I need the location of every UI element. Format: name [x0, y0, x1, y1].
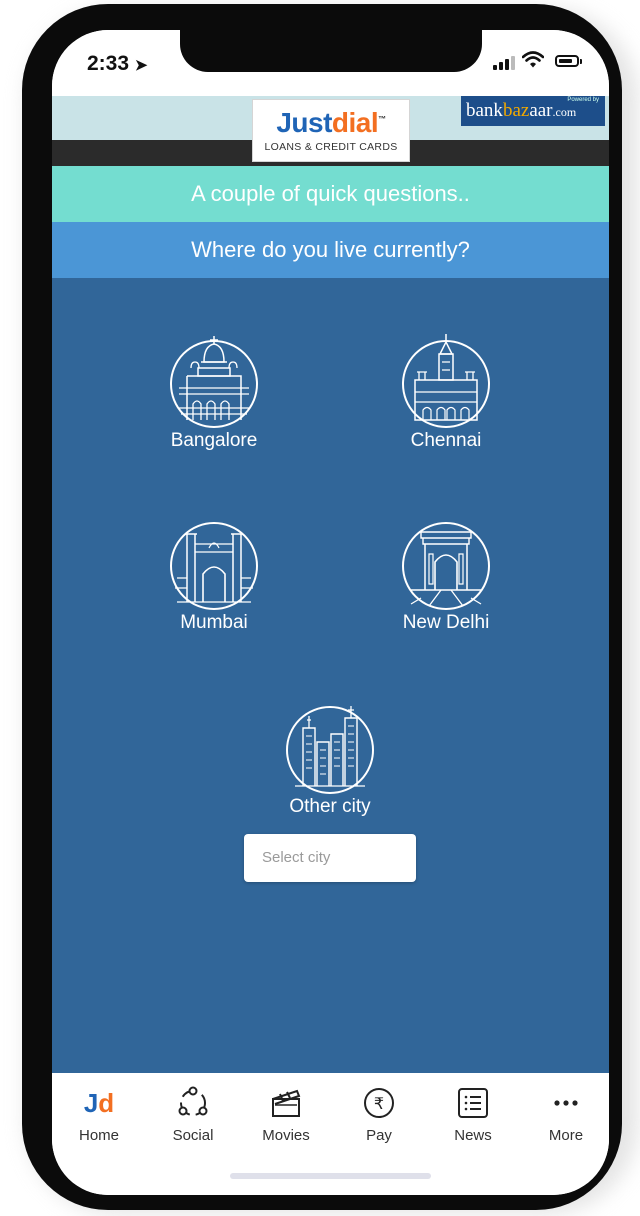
- new-delhi-landmark-icon: [402, 522, 490, 610]
- notch: [180, 30, 482, 72]
- tab-social[interactable]: Social: [148, 1083, 238, 1144]
- select-city-dropdown[interactable]: Select city: [244, 834, 416, 882]
- city-label-chennai: Chennai: [410, 430, 482, 451]
- tab-news-label: News: [454, 1127, 492, 1144]
- bangalore-landmark-icon: [170, 336, 258, 428]
- chennai-landmark-icon: [402, 334, 490, 428]
- location-arrow-icon: ➤: [134, 57, 148, 74]
- city-option-mumbai[interactable]: Mumbai: [134, 514, 294, 634]
- city-label-other: Other city: [289, 796, 371, 817]
- clapperboard-icon: [241, 1083, 331, 1123]
- bankbazaar-logo: Powered by bankbazaar.com: [461, 96, 605, 126]
- tab-home-label: Home: [78, 1127, 119, 1144]
- tab-more-label: More: [548, 1127, 584, 1144]
- home-indicator[interactable]: [230, 1173, 431, 1179]
- status-bar: 2:33 ➤: [52, 30, 609, 96]
- city-option-other[interactable]: Other city: [250, 698, 410, 818]
- justdial-home-icon: Jd: [83, 1087, 115, 1118]
- tab-pay[interactable]: ₹ Pay: [334, 1083, 424, 1144]
- more-dots-icon: [521, 1083, 609, 1123]
- tab-more[interactable]: More: [521, 1083, 609, 1144]
- city-label-bangalore: Bangalore: [170, 430, 258, 451]
- battery-icon: [555, 55, 582, 67]
- tab-movies-label: Movies: [262, 1127, 310, 1144]
- mumbai-landmark-icon: [170, 522, 258, 610]
- tab-news[interactable]: News: [428, 1083, 518, 1144]
- city-label-mumbai: Mumbai: [180, 612, 248, 633]
- tab-pay-label: Pay: [366, 1127, 392, 1144]
- select-city-placeholder: Select city: [262, 849, 331, 866]
- questions-heading: A couple of quick questions..: [52, 166, 609, 222]
- status-time: 2:33 ➤: [87, 52, 148, 75]
- tab-movies[interactable]: Movies: [241, 1083, 331, 1144]
- city-label-new-delhi: New Delhi: [402, 612, 490, 633]
- tab-social-label: Social: [172, 1127, 214, 1144]
- cellular-signal-icon: [493, 56, 515, 70]
- city-option-new-delhi[interactable]: New Delhi: [366, 514, 526, 634]
- tab-home[interactable]: Jd Home: [54, 1083, 144, 1145]
- news-list-icon: [428, 1083, 518, 1123]
- justdial-logo: Justdial™ LOANS & CREDIT CARDS: [252, 99, 410, 162]
- wifi-icon: [522, 51, 544, 68]
- phone-screen: 2:33 ➤ Justdial™ LOANS & CREDIT CARDS Po…: [52, 30, 609, 1195]
- social-share-icon: [148, 1083, 238, 1123]
- city-option-chennai[interactable]: Chennai: [366, 332, 526, 452]
- svg-text:₹: ₹: [374, 1094, 384, 1113]
- logo-subtitle: LOANS & CREDIT CARDS: [264, 141, 398, 153]
- rupee-icon: ₹: [334, 1083, 424, 1123]
- city-skyline-icon: [286, 706, 374, 794]
- question-prompt: Where do you live currently?: [52, 222, 609, 278]
- city-option-bangalore[interactable]: Bangalore: [134, 332, 294, 452]
- city-selection-panel: Bangalore Chennai Mumbai New Delhi Other…: [52, 278, 609, 1073]
